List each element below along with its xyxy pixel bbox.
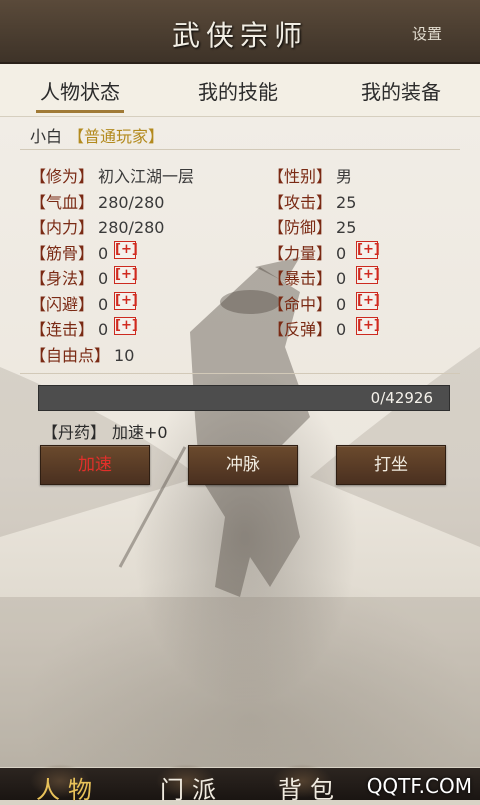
stat-reflect: 【反弹】 0 [268, 320, 347, 339]
stat-free-points: 【自由点】 10 [30, 346, 135, 365]
add-combo-button[interactable]: [+] [114, 317, 138, 335]
player-rank: 【普通玩家】 [68, 127, 165, 146]
add-critical-button[interactable]: [+] [356, 266, 380, 284]
settings-button[interactable]: 设置 [412, 23, 442, 44]
pill-label: 【丹药】 [42, 423, 107, 442]
stat-combo: 【连击】 0 [30, 320, 109, 339]
break-meridian-button[interactable]: 冲脉 [188, 445, 298, 485]
stat-constitution: 【筋骨】 0 [30, 244, 109, 263]
add-accuracy-button[interactable]: [+] [356, 292, 380, 310]
pill-info: 【丹药】 加速+0 [42, 419, 168, 443]
player-name: 小白 [30, 127, 63, 146]
watermark-text: QQTF.COM [366, 774, 472, 798]
tab-my-equipment[interactable]: 我的装备 [361, 76, 441, 105]
meditate-button[interactable]: 打坐 [336, 445, 446, 485]
stat-defense: 【防御】 25 [268, 218, 357, 237]
add-agility-button[interactable]: [+] [114, 266, 138, 284]
divider [20, 373, 460, 374]
add-dodge-button[interactable]: [+] [114, 292, 138, 310]
pill-value: 加速+0 [112, 423, 168, 442]
progress-text: 0/42926 [370, 389, 433, 407]
tab-bar: 人物状态 我的技能 我的装备 [0, 64, 480, 117]
add-constitution-button[interactable]: [+] [114, 241, 138, 259]
cultivation-progress-bar: 0/42926 [38, 385, 450, 411]
stat-agility: 【身法】 0 [30, 269, 109, 288]
stat-accuracy: 【命中】 0 [268, 295, 347, 314]
stat-dodge: 【闪避】 0 [30, 295, 109, 314]
character-panel: 小白 【普通玩家】 【修为】 初入江湖一层 【气血】 280/280 【内力】 280/… [0, 117, 480, 767]
stat-gender: 【性别】男 [268, 167, 353, 186]
add-strength-button[interactable]: [+] [356, 241, 380, 259]
player-info: 小白 【普通玩家】 [30, 123, 164, 147]
speed-up-button[interactable]: 加速 [40, 445, 150, 485]
stat-mp: 【内力】 280/280 [30, 218, 165, 237]
tab-my-skills[interactable]: 我的技能 [198, 76, 278, 105]
stat-attack: 【攻击】 25 [268, 193, 357, 212]
divider [20, 149, 460, 150]
tab-character-status[interactable]: 人物状态 [36, 76, 124, 113]
stat-cultivation: 【修为】 初入江湖一层 [30, 167, 195, 186]
stat-hp: 【气血】 280/280 [30, 193, 165, 212]
stat-strength: 【力量】 0 [268, 244, 347, 263]
app-header: 武侠宗师 设置 [0, 0, 480, 64]
add-reflect-button[interactable]: [+] [356, 317, 380, 335]
app-title: 武侠宗师 [171, 19, 308, 52]
stat-critical: 【暴击】 0 [268, 269, 347, 288]
